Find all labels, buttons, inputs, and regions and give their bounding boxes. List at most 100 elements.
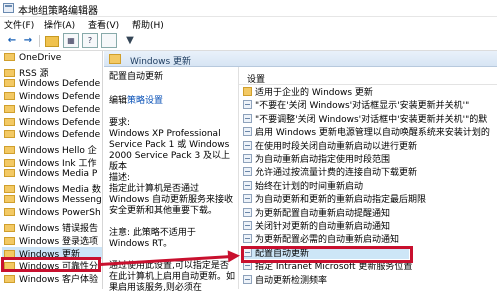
tree-highlight-annotation [1, 257, 101, 272]
setting-row[interactable]: 始终在计划的时间重新启动 [243, 180, 364, 192]
tree-pane: OneDrive RSS 源 Windows Defende Windows Defe… [0, 51, 103, 289]
tree-item[interactable]: Windows 错误报告 [4, 221, 98, 234]
tree-item[interactable]: Windows Defende [4, 130, 100, 142]
back-arrow-icon[interactable]: ← [4, 33, 20, 48]
folder-icon [4, 275, 15, 284]
policy-setting-icon [243, 154, 252, 163]
tree-item-label: Windows Media 数 [19, 185, 101, 195]
policy-setting-icon [243, 167, 252, 177]
setting-row[interactable]: 适用于企业的 Windows 更新 [243, 87, 373, 98]
category-header: Windows 更新 [104, 51, 497, 67]
properties-icon[interactable]: ▦ [63, 33, 79, 48]
tree-item[interactable]: Windows PowerSh [4, 207, 101, 220]
folder-up-icon[interactable] [45, 36, 59, 47]
folder-icon [4, 146, 15, 155]
tree-item-label: Windows Media P [19, 169, 98, 180]
tree-item[interactable]: RSS 源 [4, 66, 49, 79]
description-text: 指定此计算机是否通过 Windows 自动更新服务来接收安全更新和其他重要下载。 [109, 184, 234, 216]
tree-item[interactable]: Windows Hello 企 [4, 143, 97, 156]
menu-bar: 文件(F) 操作(A) 查看(V) 帮助(H) [0, 17, 497, 31]
folder-icon [4, 91, 15, 100]
tree-item[interactable]: Windows Media 数 [4, 182, 101, 195]
setting-row-label: 为自动重新启动指定使用时段范围 [255, 155, 391, 165]
menu-file[interactable]: 文件(F) [4, 18, 34, 31]
requirements-text: Windows XP Professional Service Pack 1 或… [109, 129, 231, 172]
folder-icon [4, 104, 15, 113]
tree-item-label: Windows Defende [19, 91, 101, 102]
menu-help[interactable]: 帮助(H) [132, 18, 164, 31]
setting-row[interactable]: 在使用时段关闭自动重新启动以进行更新 [243, 140, 418, 152]
tree-item-label: Windows 登录选项 [19, 236, 99, 247]
setting-row[interactable]: 启用 Windows 更新电源管理以自动唤醒系统来安装计划的 [243, 127, 490, 138]
tree-item[interactable]: Windows 登录选项 [4, 234, 99, 247]
setting-row[interactable]: 为更新配置必需的自动重新启动通知 [243, 234, 399, 245]
detail-text: 通过使用此设置,可以指定是否在此计算机上启用自动更新。如果启用该服务,则必须在 [109, 261, 236, 293]
setting-row-label: 始终在计划的时间重新启动 [255, 181, 364, 192]
setting-row[interactable]: 为更新配置自动重新启动提醒通知 [243, 207, 391, 219]
setting-row[interactable]: "不要在'关闭 Windows'对话框显示'安装更新并关机'" [243, 100, 469, 111]
tree-item-label: Windows Defende [19, 117, 101, 128]
tree-item[interactable]: Windows 客户体验 [4, 272, 98, 285]
filter-icon[interactable]: ▼ [122, 33, 138, 48]
setting-row[interactable]: 关闭针对更新的自动重新启动通知 [243, 221, 390, 232]
setting-row[interactable]: 自动更新检测频率 [243, 274, 328, 286]
setting-row-label: 指定 Intranet Microsoft 更新服务位置 [255, 262, 413, 273]
help-icon[interactable]: ? [82, 33, 98, 48]
setting-row-label: 在使用时段关闭自动重新启动以进行更新 [255, 141, 418, 152]
tree-item[interactable]: Windows Media P [4, 169, 97, 181]
folder-icon [4, 68, 15, 77]
edit-prefix: 编辑 [109, 96, 128, 106]
highlight-annotation [241, 246, 413, 263]
edit-policy-link[interactable]: 策略设置 [127, 96, 163, 106]
setting-title: 配置自动更新 [109, 72, 164, 82]
policy-setting-icon [243, 221, 252, 230]
description-label: 描述: [109, 173, 131, 183]
category-title: Windows 更新 [130, 57, 192, 67]
tree-item[interactable]: OneDrive [4, 53, 61, 65]
setting-row-label: 自动更新检测频率 [255, 275, 328, 286]
menu-view[interactable]: 查看(V) [88, 18, 119, 31]
menu-action[interactable]: 操作(A) [44, 18, 75, 31]
tree-item[interactable]: Windows Defende [4, 104, 100, 117]
tree-item[interactable]: Windows Defende [4, 117, 101, 130]
tree-item-label: RSS 源 [19, 68, 49, 79]
console-icon[interactable] [101, 33, 117, 48]
requirements-label: 要求: [109, 118, 131, 128]
folder-icon [4, 169, 15, 178]
folder-icon [4, 53, 15, 61]
tree-item-label: Windows Ink 工作 [19, 159, 97, 170]
tree-item[interactable]: Windows Messeng [4, 194, 102, 207]
setting-row[interactable]: 为自动更新和更新的重新启动指定最后期限 [243, 194, 426, 205]
annotation-arrow-head [227, 249, 241, 263]
forward-arrow-icon[interactable]: → [20, 33, 36, 48]
folder-icon [4, 223, 15, 232]
setting-row-label: 为更新配置必需的自动重新启动通知 [255, 235, 400, 246]
policy-setting-icon [243, 274, 252, 284]
setting-row-label: 为更新配置自动重新启动提醒通知 [255, 208, 391, 219]
toolbar-separator [39, 35, 40, 47]
policy-setting-icon [243, 180, 252, 190]
policy-setting-icon [243, 194, 252, 204]
setting-row[interactable]: 允许通过按流量计费的连接自动下载更新 [243, 167, 417, 178]
policy-setting-icon [243, 100, 252, 110]
toolbar: ← → ▦ ? ▼ [0, 31, 497, 51]
folder-icon [4, 130, 15, 139]
setting-row-label: 适用于企业的 Windows 更新 [255, 88, 373, 98]
tree-item-label: Windows Defende [19, 78, 101, 89]
folder-icon [4, 207, 15, 216]
tree-item-label: OneDrive [19, 53, 62, 63]
edit-line: 编辑策略设置 [109, 96, 235, 107]
note-text: 注意: 此策略不适用于 Windows RT。 [109, 228, 196, 249]
tree-item[interactable]: Windows Defende [4, 78, 101, 91]
tree-item-label: Windows PowerSh [19, 207, 101, 218]
folder-icon [4, 78, 15, 87]
setting-row[interactable]: "不要调整'关闭 Windows'对话框中'安装更新并关机'"的默 [243, 113, 487, 125]
tree-item[interactable]: Windows Defende [4, 91, 101, 104]
folder-icon [4, 117, 15, 126]
folder-icon [4, 185, 15, 193]
tree-item[interactable]: Windows Ink 工作 [4, 156, 97, 170]
folder-icon [4, 159, 15, 168]
setting-row[interactable]: 为自动重新启动指定使用时段范围 [243, 154, 390, 165]
tree-item-label: Windows Messeng [19, 194, 102, 205]
folder-icon [4, 194, 15, 203]
